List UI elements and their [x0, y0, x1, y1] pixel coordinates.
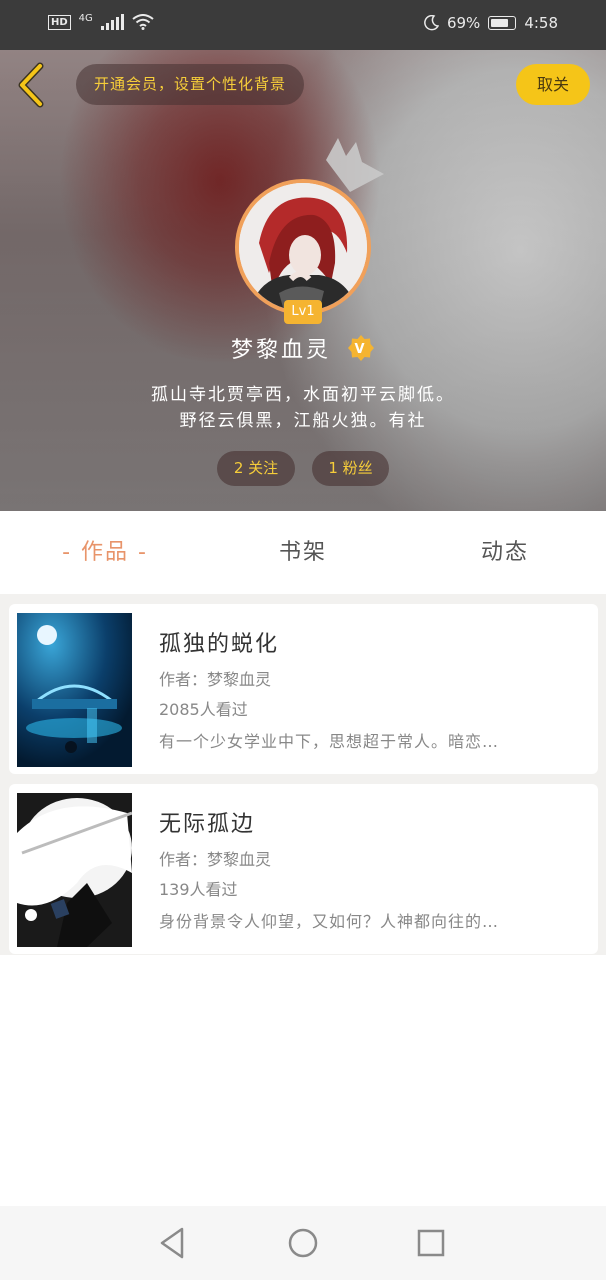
- svg-text:V: V: [354, 342, 367, 357]
- bio: 孤山寺北贾亭西，水面初平云脚低。 野径云俱黑，江船火独。有社: [0, 382, 606, 434]
- list-item[interactable]: 孤独的蜕化 作者：梦黎血灵 2085人看过 有一个少女学业中下，思想超于常人。暗…: [9, 604, 598, 774]
- battery-icon: [488, 16, 517, 30]
- tab-bar: - 作品 - 书架 动态: [0, 511, 606, 594]
- avatar-illustration: [239, 183, 367, 311]
- book-cover: [17, 793, 132, 947]
- cover-illustration: [17, 793, 132, 947]
- work-author: 作者：梦黎血灵: [159, 850, 272, 869]
- tab-bookshelf[interactable]: 书架: [250, 511, 356, 594]
- signal-icon: [100, 14, 124, 30]
- tab-activity[interactable]: 动态: [452, 511, 558, 594]
- username: 梦黎血灵: [230, 338, 331, 363]
- followers-count[interactable]: 1 粉丝: [312, 451, 389, 486]
- profile-header: 开通会员，设置个性化背景 取关 Lv1 梦黎血灵 V 孤山寺北贾亭西，水面初平云…: [0, 50, 606, 511]
- recents-square-icon[interactable]: [411, 1226, 451, 1260]
- level-badge: Lv1: [284, 300, 322, 324]
- work-reads: 139人看过: [159, 880, 238, 899]
- list-item[interactable]: 无际孤边 作者：梦黎血灵 139人看过 身份背景令人仰望，又如何？人神都向往的…: [9, 784, 598, 954]
- avatar-image: [239, 183, 367, 311]
- following-count[interactable]: 2 关注: [217, 451, 295, 486]
- back-triangle-icon[interactable]: [154, 1226, 194, 1260]
- moon-icon: [424, 15, 439, 31]
- back-button[interactable]: [14, 62, 54, 108]
- bio-line: 孤山寺北贾亭西，水面初平云脚低。: [151, 385, 455, 405]
- work-description: 身份背景令人仰望，又如何？人神都向往的…: [159, 912, 500, 931]
- bio-line: 野径云俱黑，江船火独。有社: [179, 411, 427, 431]
- wifi-icon: [132, 14, 154, 30]
- verified-badge-icon: V: [348, 335, 374, 361]
- hd-icon: HD: [48, 14, 71, 30]
- work-description: 有一个少女学业中下，思想超于常人。暗恋…: [159, 732, 500, 751]
- chevron-left-icon: [18, 62, 44, 108]
- work-title: 无际孤边: [159, 812, 256, 837]
- cover-illustration: [17, 613, 132, 767]
- home-circle-icon[interactable]: [283, 1226, 323, 1260]
- work-title: 孤独的蜕化: [159, 632, 280, 657]
- avatar[interactable]: [235, 179, 371, 315]
- vip-banner[interactable]: 开通会员，设置个性化背景: [76, 64, 305, 105]
- clock: 4:58: [524, 14, 558, 32]
- book-cover: [17, 613, 132, 767]
- status-bar: HD 4G 69% 4:58: [0, 0, 606, 50]
- username-row: 梦黎血灵 V: [0, 332, 606, 364]
- works-list: 孤独的蜕化 作者：梦黎血灵 2085人看过 有一个少女学业中下，思想超于常人。暗…: [0, 594, 606, 955]
- tab-works[interactable]: - 作品 -: [40, 511, 170, 594]
- work-reads: 2085人看过: [159, 700, 248, 719]
- unfollow-button[interactable]: 取关: [516, 64, 590, 105]
- network-type: 4G: [78, 12, 93, 24]
- battery-percent: 69%: [446, 14, 481, 32]
- work-author: 作者：梦黎血灵: [159, 670, 272, 689]
- system-navigation-bar: [0, 1206, 606, 1280]
